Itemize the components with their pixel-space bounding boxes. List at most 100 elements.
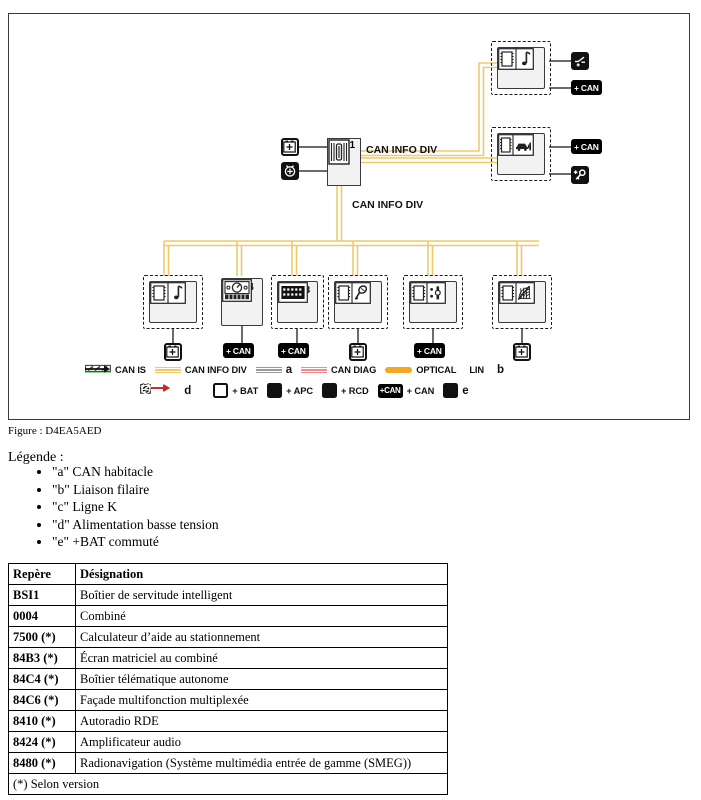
- table-row: 8480 (*) Radionavigation (Système multim…: [8, 752, 448, 774]
- multifunction-panel-icon: [410, 282, 456, 322]
- module-84C4[interactable]: 84C4: [328, 275, 388, 329]
- legend-item-a: a: [255, 364, 293, 376]
- module-84C4-plus-bat-badge[interactable]: [349, 343, 367, 361]
- cell-ref: 84B3 (*): [8, 647, 76, 669]
- table-row: 8424 (*) Amplificateur audio: [8, 731, 448, 753]
- switch-plus-icon: [141, 383, 459, 398]
- legend-label: a: [285, 364, 293, 376]
- cell-ref: BSI1: [8, 584, 76, 606]
- legend-item-plus-can: +CAN + CAN: [377, 383, 435, 398]
- legend-item-d: d: [140, 384, 191, 397]
- cell-ref: 7500 (*): [8, 626, 76, 648]
- module-8410[interactable]: 8410: [143, 275, 203, 329]
- legend-label: e: [462, 384, 469, 397]
- cell-ref: 84C6 (*): [8, 689, 76, 711]
- diagram-frame: BSI1: [8, 13, 690, 420]
- can-info-div-swatch: [154, 366, 181, 374]
- table-row: 84B3 (*) Écran matriciel au combiné: [8, 647, 448, 669]
- module-8424-plus-can-badge[interactable]: + CAN: [571, 80, 602, 95]
- battery-plus-icon: [515, 345, 528, 358]
- module-8480-plus-bat-badge[interactable]: [513, 343, 531, 361]
- legend-label: OPTICAL: [416, 365, 457, 375]
- module-84C6-plus-can-badge[interactable]: + CAN: [414, 343, 445, 358]
- battery-plus-icon: [351, 345, 364, 358]
- bus-label-lower: CAN INFO DIV: [352, 199, 424, 211]
- legend-label: + BAT: [232, 385, 259, 396]
- cell-desc: Radionavigation (Système multimédia entr…: [75, 752, 448, 774]
- table-header-row: Repère Désignation: [8, 563, 448, 585]
- optical-swatch: [385, 367, 413, 373]
- diagram-legend: CAN IS CAN INFO DIV a CAN DIAG OPTICAL L…: [9, 364, 691, 414]
- reference-table: Repère Désignation BSI1 Boîtier de servi…: [8, 563, 448, 795]
- column-header-repere: Repère: [8, 563, 76, 585]
- key-plus-icon: [140, 383, 283, 398]
- clock-plus-icon: [141, 383, 337, 398]
- module-0004[interactable]: 0004: [221, 278, 263, 326]
- battery-plus-icon: [140, 383, 229, 398]
- cell-desc: Amplificateur audio: [75, 731, 448, 753]
- figure-caption: Figure : D4EA5AED: [8, 425, 102, 437]
- bus-label-upper: CAN INFO DIV: [366, 144, 438, 156]
- cell-footnote: (*) Selon version: [8, 773, 448, 795]
- table-row: 0004 Combiné: [8, 605, 448, 627]
- cell-desc: Façade multifonction multiplexée: [75, 689, 448, 711]
- table-row: 84C6 (*) Façade multifonction multiplexé…: [8, 689, 448, 711]
- bsi1-plus-rcd-badge[interactable]: [281, 162, 299, 180]
- module-7500-plus-can-badge[interactable]: + CAN: [571, 139, 602, 154]
- clock-plus-icon: [284, 165, 296, 177]
- module-7500[interactable]: 7500: [491, 127, 551, 181]
- list-item: "b" Liaison filaire: [52, 481, 219, 499]
- legende-list: "a" CAN habitacle "b" Liaison filaire "c…: [34, 463, 219, 551]
- legend-label: CAN INFO DIV: [184, 365, 247, 375]
- radio-note-icon: [150, 282, 196, 322]
- diagram-canvas: BSI1: [9, 14, 689, 419]
- telematics-mic-icon: [335, 282, 381, 322]
- module-bsi1[interactable]: BSI1: [327, 138, 361, 186]
- cell-desc: Boîtier télématique autonome: [75, 668, 448, 690]
- legend-item-plus-rcd: + RCD: [141, 383, 369, 398]
- table-row: 8410 (*) Autoradio RDE: [8, 710, 448, 732]
- cell-desc: Autoradio RDE: [75, 710, 448, 732]
- battery-plus-icon: [283, 140, 296, 153]
- cell-ref: 84C4 (*): [8, 668, 76, 690]
- cell-ref: 8410 (*): [8, 710, 76, 732]
- list-item: "c" Ligne K: [52, 498, 219, 516]
- module-8480[interactable]: 8480: [492, 275, 552, 329]
- legend-label: + CAN: [406, 385, 435, 396]
- key-plus-icon: [573, 169, 586, 180]
- can-diag-swatch: [301, 366, 328, 374]
- legend-label: b: [497, 364, 504, 376]
- legend-label: CAN IS: [115, 365, 146, 375]
- module-8424[interactable]: 8424: [491, 41, 551, 95]
- matrix-display-icon: [278, 282, 317, 322]
- legend-item-can-info-div: CAN INFO DIV: [154, 365, 247, 375]
- list-item: "a" CAN habitacle: [52, 463, 219, 481]
- table-row: 84C4 (*) Boîtier télématique autonome: [8, 668, 448, 690]
- legend-item-can-diag: CAN DIAG: [301, 365, 376, 375]
- legend-label: + APC: [286, 385, 313, 396]
- list-item: "d" Alimentation basse tension: [52, 516, 219, 534]
- column-header-designation: Désignation: [75, 563, 448, 585]
- module-0004-plus-can-badge[interactable]: + CAN: [223, 343, 254, 358]
- module-84C6[interactable]: 84C6: [403, 275, 463, 329]
- battery-plus-icon: [166, 345, 179, 358]
- list-item: "e" +BAT commuté: [52, 533, 219, 551]
- cell-desc: Calculateur d’aide au stationnement: [75, 626, 448, 648]
- cell-ref: 8480 (*): [8, 752, 76, 774]
- wire-a-swatch: [255, 366, 282, 374]
- table-row: 7500 (*) Calculateur d’aide au stationne…: [8, 626, 448, 648]
- cell-desc: Combiné: [75, 605, 448, 627]
- amplifier-speaker-icon: [498, 48, 544, 88]
- module-7500-plus-apc-badge[interactable]: [571, 166, 589, 184]
- module-84B3-plus-can-badge[interactable]: + CAN: [278, 343, 309, 358]
- module-8424-plus-bat-switched-badge[interactable]: [571, 52, 589, 70]
- bsi1-plus-bat-badge[interactable]: [281, 138, 299, 156]
- legend-label: CAN DIAG: [331, 365, 377, 375]
- instrument-cluster-icon: [222, 279, 262, 325]
- switch-plus-icon: [575, 56, 585, 67]
- navigation-map-icon: [499, 282, 545, 322]
- module-8410-plus-bat-badge[interactable]: [164, 343, 182, 361]
- module-84B3[interactable]: 84B3: [271, 275, 324, 329]
- legend-item-b: b: [85, 364, 504, 376]
- legend-item-e: e: [141, 383, 469, 398]
